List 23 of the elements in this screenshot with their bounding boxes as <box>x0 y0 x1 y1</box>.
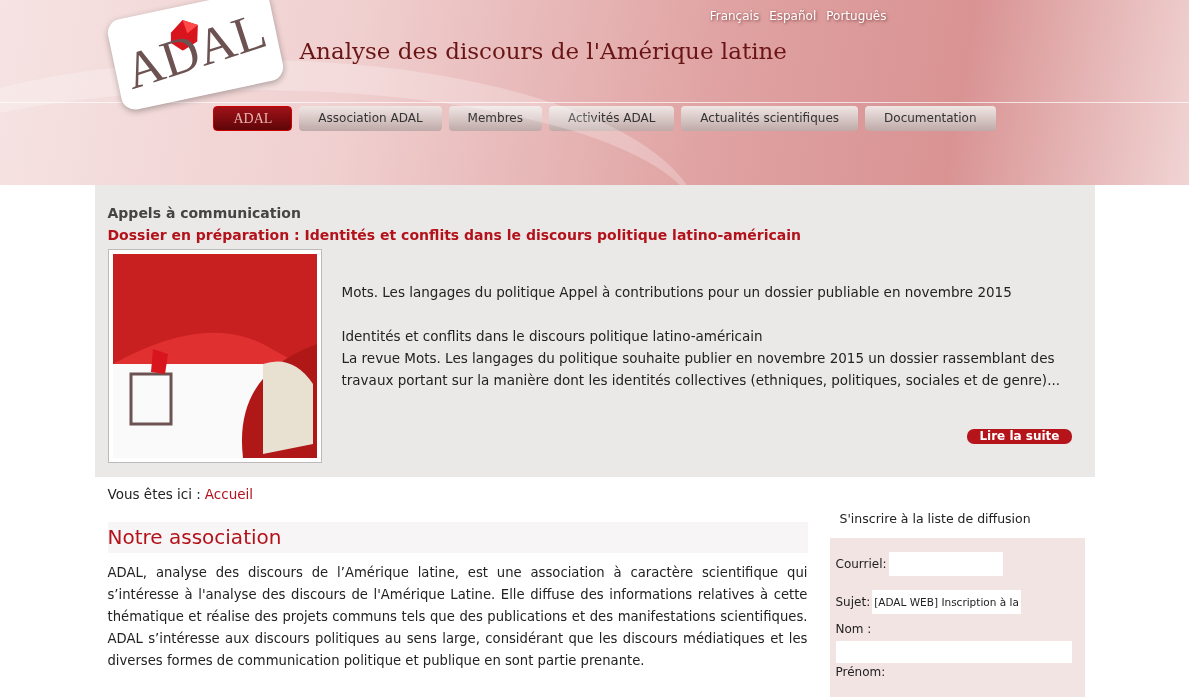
read-more-button[interactable]: Lire la suite <box>967 429 1072 444</box>
article-link[interactable]: Dossier en préparation : Identités et conflits dans le discours politique latino-américain <box>107 227 1072 243</box>
field-label: Nom : <box>835 622 872 636</box>
subscribe-title: S'inscrire à la liste de diffusion <box>838 511 1032 526</box>
nav-tab[interactable]: Association ADAL <box>299 106 442 131</box>
summary-text: Identités et conflits dans le discours politique latino-américain <box>341 327 764 346</box>
summary-text: La revue Mots. Les langages du politique souhaite publier en novembre 2015 un dossier rassemblant des travaux portant sur la manière dont les identités collectives (ethniques, politiques, sociales et de genre)... <box>341 349 1061 390</box>
input-field[interactable]: [ADAL WEB] Inscription à la <box>872 590 1021 614</box>
field-label: Courriel: <box>835 557 887 571</box>
breadcrumb-link[interactable]: Accueil <box>204 486 254 502</box>
section-heading: Notre association <box>107 522 808 553</box>
nav-tab[interactable]: Documentation <box>865 106 996 131</box>
summary-text: Mots. Les langages du politique Appel à contributions pour un dossier publiable en novembre 2015 <box>341 283 1013 302</box>
site-title: Analyse des discours de l'Amérique latine <box>299 38 787 64</box>
section-label: Appels à communication <box>107 205 302 221</box>
field-label: Sujet: <box>835 595 871 609</box>
field-label: Prénom: <box>835 665 886 679</box>
breadcrumb-label: Vous êtes ici : <box>107 486 201 502</box>
nav-tab[interactable]: ADAL <box>213 106 293 131</box>
nav-tab[interactable]: Actualités scientifiques <box>681 106 859 131</box>
input-field[interactable] <box>888 552 1003 576</box>
intro-paragraph: ADAL, analyse des discours de l’Amérique latine, est une association à caractère scientifique qui s’intéresse à l'analyse des discours de l'Amérique Latine. Elle diffuse des informations relatives à cette thématique et réalise des projets communs tels que des publications et des manifestations scientifiques. ADAL s’intéresse aux discours politiques au sens large, considérant que les discours médiatiques et les diverses formes de communication politique et publique en sont partie prenante. <box>107 564 808 670</box>
input-field[interactable] <box>835 641 1072 663</box>
